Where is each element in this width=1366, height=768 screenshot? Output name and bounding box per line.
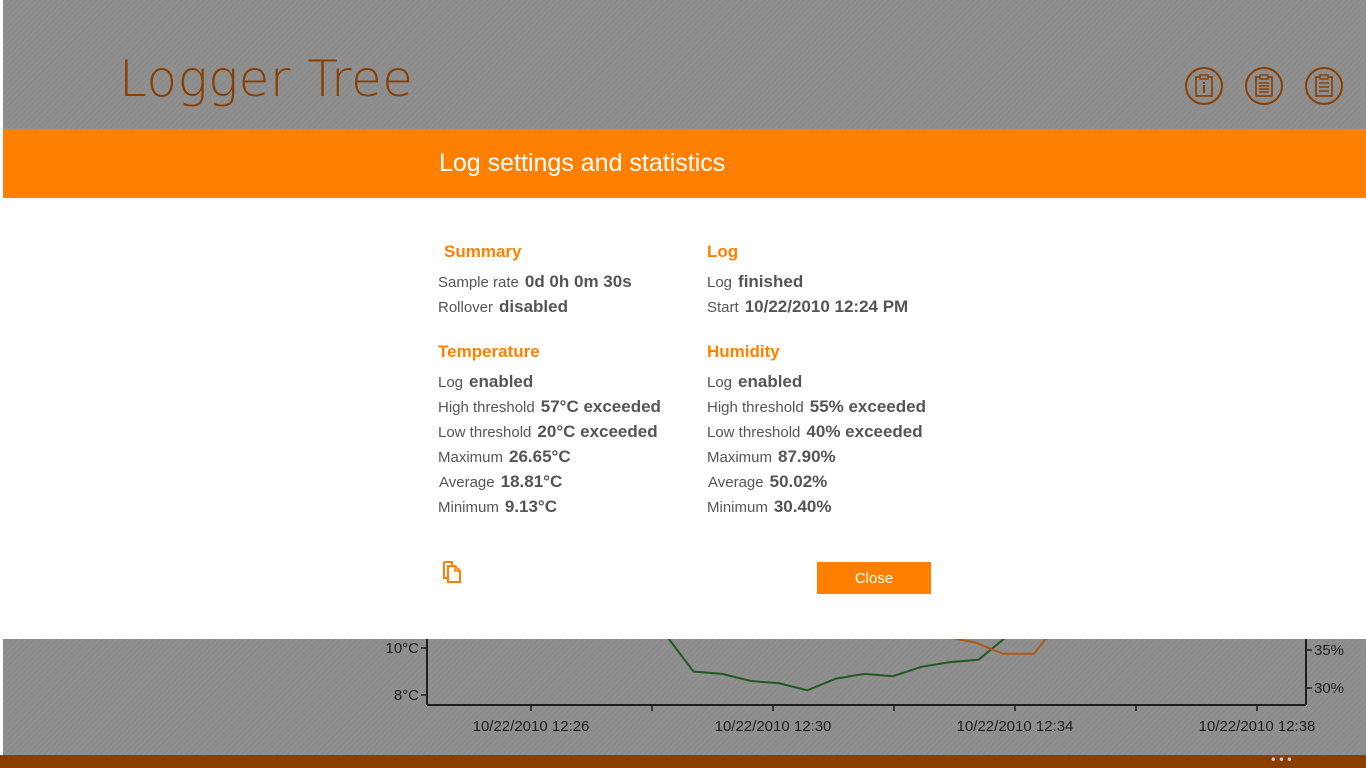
temp-max-label: Maximum xyxy=(438,449,504,466)
close-button[interactable]: Close xyxy=(817,562,931,594)
hum-avg-value: 50.02% xyxy=(769,472,828,491)
temp-high-label: High threshold xyxy=(438,399,535,416)
dialog-header: Log settings and statistics xyxy=(3,129,1366,198)
app-title: Logger Tree xyxy=(119,50,414,108)
rollover-label: Rollover xyxy=(438,299,494,316)
temp-log-label: Log xyxy=(438,374,464,391)
temp-avg-row: Average 18.81°C xyxy=(438,472,661,497)
temp-min-row: Minimum 9.13°C xyxy=(438,497,661,522)
temp-low-row: Low threshold 20°C exceeded xyxy=(438,422,661,447)
log-status-label: Log xyxy=(707,274,733,291)
log-start-label: Start xyxy=(707,299,739,316)
info-icon[interactable] xyxy=(1185,67,1223,105)
temp-max-value: 26.65°C xyxy=(509,447,571,466)
dialog-title: Log settings and statistics xyxy=(439,149,726,177)
temp-max-row: Maximum 26.65°C xyxy=(438,447,661,472)
hum-max-value: 87.90% xyxy=(778,447,836,466)
temp-low-value: 20°C exceeded xyxy=(537,422,658,441)
rollover-row: Rollover disabled xyxy=(438,297,632,322)
temperature-section: Temperature Log enabled High threshold 57°… xyxy=(438,342,661,522)
summary-heading: Summary xyxy=(444,242,522,261)
temperature-heading: Temperature xyxy=(438,342,540,361)
hum-log-label: Log xyxy=(707,374,733,391)
hum-log-value: enabled xyxy=(738,372,803,391)
temp-log-value: enabled xyxy=(469,372,534,391)
hum-max-label: Maximum xyxy=(707,449,773,466)
summary-section: Summary Sample rate 0d 0h 0m 30s Rollover… xyxy=(438,242,632,322)
hum-min-row: Minimum 30.40% xyxy=(707,497,926,522)
hum-high-label: High threshold xyxy=(707,399,804,416)
hum-log-row: Log enabled xyxy=(707,372,926,397)
log-status-value: finished xyxy=(738,272,804,291)
humidity-section: Humidity Log enabled High threshold 55% ex… xyxy=(707,342,926,522)
temp-high-value: 57°C exceeded xyxy=(540,397,661,416)
log-heading: Log xyxy=(707,242,739,261)
hum-min-label: Minimum xyxy=(707,499,768,516)
copy-icon[interactable] xyxy=(441,560,463,584)
temp-high-row: High threshold 57°C exceeded xyxy=(438,397,661,422)
temp-low-label: Low threshold xyxy=(438,424,532,441)
rollover-value: disabled xyxy=(499,297,568,316)
humidity-heading: Humidity xyxy=(707,342,780,361)
log-start-row: Start 10/22/2010 12:24 PM xyxy=(707,297,908,322)
clipboard-list-icon[interactable] xyxy=(1305,67,1343,105)
more-button[interactable]: ••• xyxy=(1270,753,1294,767)
hum-min-value: 30.40% xyxy=(773,497,832,516)
sample-rate-value: 0d 0h 0m 30s xyxy=(524,272,632,291)
hum-low-row: Low threshold 40% exceeded xyxy=(707,422,926,447)
sample-rate-label: Sample rate xyxy=(438,274,519,291)
hum-max-row: Maximum 87.90% xyxy=(707,447,926,472)
hum-avg-row: Average 50.02% xyxy=(707,472,926,497)
hum-high-row: High threshold 55% exceeded xyxy=(707,397,926,422)
sample-rate-row: Sample rate 0d 0h 0m 30s xyxy=(438,272,632,297)
clipboard-icon[interactable] xyxy=(1245,67,1283,105)
hum-high-value: 55% exceeded xyxy=(809,397,926,416)
hum-low-value: 40% exceeded xyxy=(806,422,923,441)
temp-min-value: 9.13°C xyxy=(504,497,558,516)
log-section: Log Log finished Start 10/22/2010 12:24 PM xyxy=(707,242,908,322)
bottom-app-bar xyxy=(0,755,1366,768)
temp-avg-label: Average xyxy=(439,474,495,491)
temp-log-row: Log enabled xyxy=(438,372,661,397)
hum-low-label: Low threshold xyxy=(707,424,801,441)
temp-avg-value: 18.81°C xyxy=(500,472,563,491)
hum-avg-label: Average xyxy=(708,474,764,491)
log-start-value: 10/22/2010 12:24 PM xyxy=(744,297,909,316)
temp-min-label: Minimum xyxy=(438,499,499,516)
log-status-row: Log finished xyxy=(707,272,908,297)
dialog-body: Summary Sample rate 0d 0h 0m 30s Rollover… xyxy=(3,198,1366,639)
